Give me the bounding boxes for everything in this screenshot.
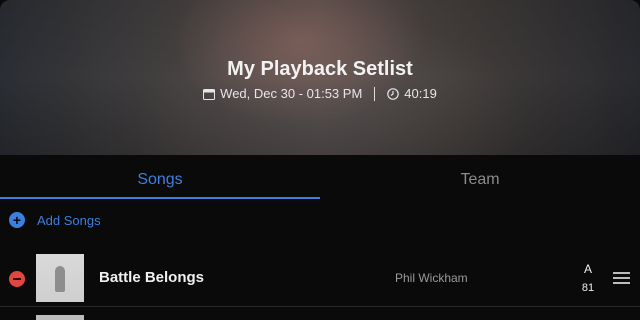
- setlist-date: Wed, Dec 30 - 01:53 PM: [220, 86, 363, 101]
- add-songs-label: Add Songs: [37, 212, 101, 228]
- calendar-icon: [203, 88, 216, 100]
- page-title: My Playback Setlist: [227, 58, 413, 80]
- album-art: [36, 254, 84, 302]
- tab-songs[interactable]: Songs: [0, 155, 320, 199]
- tab-bar: Songs Team: [0, 155, 640, 199]
- meta-divider: [374, 86, 376, 101]
- song-row[interactable]: Battle Belongs Phil Wickham A 81: [0, 252, 640, 307]
- song-artist: Phil Wickham: [395, 271, 468, 285]
- song-title: Battle Belongs: [99, 269, 205, 286]
- clock-icon: [387, 87, 400, 100]
- tab-team[interactable]: Team: [320, 155, 640, 198]
- setlist-duration: 40:19: [404, 86, 437, 101]
- add-songs-button[interactable]: + Add Songs: [9, 208, 101, 232]
- drag-handle-icon[interactable]: [613, 272, 630, 284]
- song-key: A: [583, 262, 592, 276]
- app-window: My Playback Setlist Wed, Dec 30 - 01:53 …: [0, 0, 640, 320]
- setlist-meta: Wed, Dec 30 - 01:53 PM 40:19: [0, 86, 640, 101]
- song-bpm: 81: [581, 282, 595, 294]
- remove-song-icon[interactable]: [9, 271, 25, 287]
- plus-circle-icon: +: [9, 212, 25, 228]
- album-art: [36, 315, 84, 320]
- setlist-header: My Playback Setlist Wed, Dec 30 - 01:53 …: [0, 0, 640, 155]
